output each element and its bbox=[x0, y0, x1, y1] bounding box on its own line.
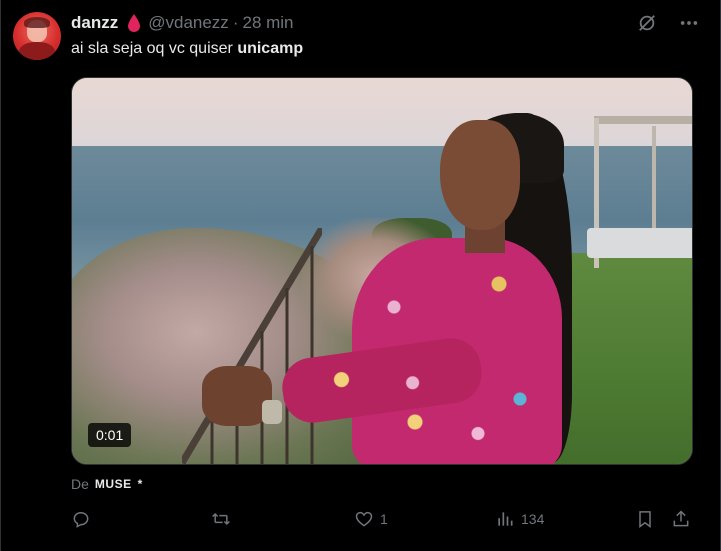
separator-dot: · bbox=[232, 13, 239, 32]
retweet-icon bbox=[212, 512, 230, 526]
tweet-time[interactable]: 28 min bbox=[242, 13, 293, 33]
video-player[interactable]: 0:01 bbox=[71, 77, 693, 465]
bookmark-icon bbox=[639, 511, 651, 528]
video-frame-lounger bbox=[587, 228, 692, 258]
views-icon bbox=[498, 512, 513, 526]
author-name[interactable]: danzz bbox=[71, 13, 118, 33]
share-icon bbox=[673, 510, 689, 527]
author-handle[interactable]: @vdanezz bbox=[148, 13, 229, 33]
video-frame-pergola bbox=[594, 116, 692, 124]
source-attribution: De MUSE * bbox=[71, 476, 143, 492]
grok-icon[interactable] bbox=[636, 12, 658, 34]
views-button[interactable]: 134 bbox=[495, 509, 544, 529]
video-timestamp: 0:01 bbox=[88, 423, 132, 447]
source-suffix: * bbox=[137, 477, 143, 491]
bookmark-button[interactable] bbox=[635, 509, 655, 529]
source-prefix: De bbox=[71, 476, 89, 492]
source-name[interactable]: MUSE bbox=[95, 477, 132, 491]
retweet-button[interactable] bbox=[211, 509, 237, 529]
avatar[interactable] bbox=[13, 12, 61, 60]
video-frame-face bbox=[440, 120, 520, 230]
tweet-header: danzz @vdanezz · 28 min bbox=[71, 12, 294, 34]
like-button[interactable]: 1 bbox=[354, 509, 388, 529]
reply-button[interactable] bbox=[71, 509, 97, 529]
views-count: 134 bbox=[521, 511, 545, 527]
tweet-text: ai sla seja oq vc quiser unicamp bbox=[71, 40, 303, 58]
action-bar: 1 134 bbox=[71, 509, 701, 533]
like-count: 1 bbox=[380, 511, 388, 527]
more-options-icon[interactable] bbox=[678, 12, 700, 34]
tweet-container[interactable]: danzz @vdanezz · 28 min ai sla seja oq v… bbox=[0, 0, 721, 551]
top-right-actions bbox=[636, 12, 700, 34]
heart-icon bbox=[355, 511, 373, 527]
share-button[interactable] bbox=[671, 509, 691, 529]
reply-icon bbox=[73, 511, 89, 528]
tweet-text-bold: unicamp bbox=[237, 40, 304, 57]
blood-drop-icon bbox=[128, 14, 141, 32]
video-frame-railing bbox=[182, 228, 322, 464]
tweet-text-plain: ai sla seja oq vc quiser bbox=[71, 40, 238, 57]
